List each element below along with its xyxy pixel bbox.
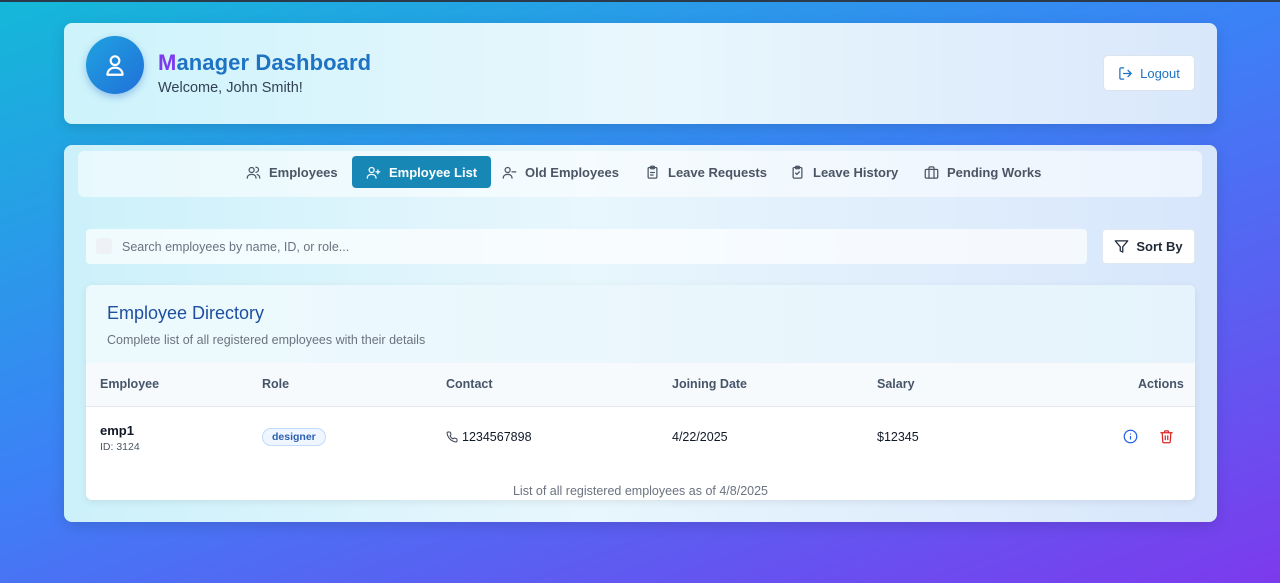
filter-icon: [1115, 240, 1129, 253]
tab-employees[interactable]: Employees: [246, 156, 344, 188]
column-header-employee[interactable]: Employee: [100, 377, 159, 391]
tab-leave-requests[interactable]: Leave Requests: [645, 156, 773, 188]
search-icon: [96, 238, 112, 254]
logout-label: Logout: [1140, 65, 1180, 81]
window-top-border: [0, 0, 1280, 2]
user-minus-icon: [502, 166, 517, 179]
contact-number: 1234567898: [462, 430, 532, 444]
tab-bar: Employees Employee List Old Employees Le…: [78, 151, 1202, 197]
user-icon: [106, 55, 124, 76]
directory-subtitle: Complete list of all registered employee…: [107, 333, 426, 347]
user-plus-icon: [366, 166, 381, 179]
column-header-actions: Actions: [1138, 377, 1184, 391]
phone-icon: [446, 431, 458, 443]
search-box: [86, 229, 1087, 264]
logout-button[interactable]: Logout: [1103, 55, 1195, 91]
directory-header: Employee Directory Complete list of all …: [86, 285, 1195, 363]
info-icon: [1123, 429, 1138, 444]
table-row[interactable]: emp1 ID: 3124 designer 1234567898 4/22/2…: [86, 407, 1195, 467]
sort-by-label: Sort By: [1136, 239, 1183, 254]
employee-directory: Employee Directory Complete list of all …: [86, 285, 1195, 500]
tab-old-employees[interactable]: Old Employees: [502, 156, 625, 188]
column-header-joining-date[interactable]: Joining Date: [672, 377, 747, 391]
avatar: [86, 36, 144, 94]
logout-icon: [1119, 66, 1132, 80]
table-header: Employee Role Contact Joining Date Salar…: [86, 363, 1195, 407]
header-card: Manager Dashboard Welcome, John Smith! L…: [64, 23, 1217, 124]
welcome-text: Welcome, John Smith!: [158, 80, 303, 96]
contact-cell: 1234567898: [446, 430, 532, 444]
column-header-contact[interactable]: Contact: [446, 377, 493, 391]
tab-employee-list[interactable]: Employee List: [352, 156, 492, 188]
table-footnote: List of all registered employees as of 4…: [512, 484, 768, 498]
salary: $12345: [877, 430, 919, 444]
employee-id: ID: 3124: [100, 441, 140, 453]
joining-date: 4/22/2025: [672, 430, 728, 444]
column-header-salary[interactable]: Salary: [877, 377, 915, 391]
search-input[interactable]: [122, 229, 1072, 264]
delete-button[interactable]: [1159, 429, 1174, 447]
info-button[interactable]: [1123, 429, 1138, 447]
trash-icon: [1160, 430, 1173, 444]
users-icon: [246, 166, 261, 179]
tab-pending-works[interactable]: Pending Works: [924, 156, 1047, 188]
clipboard-check-icon: [792, 165, 803, 179]
briefcase-icon: [924, 165, 939, 179]
tab-leave-history[interactable]: Leave History: [790, 156, 904, 188]
employee-name: emp1: [100, 423, 134, 438]
page-title: Manager Dashboard: [158, 50, 372, 75]
directory-title: Employee Directory: [107, 303, 265, 323]
sort-by-button[interactable]: Sort By: [1102, 229, 1195, 264]
clipboard-icon: [647, 165, 658, 179]
main-card: Employees Employee List Old Employees Le…: [64, 145, 1217, 522]
role-badge: designer: [262, 428, 326, 446]
column-header-role[interactable]: Role: [262, 377, 289, 391]
